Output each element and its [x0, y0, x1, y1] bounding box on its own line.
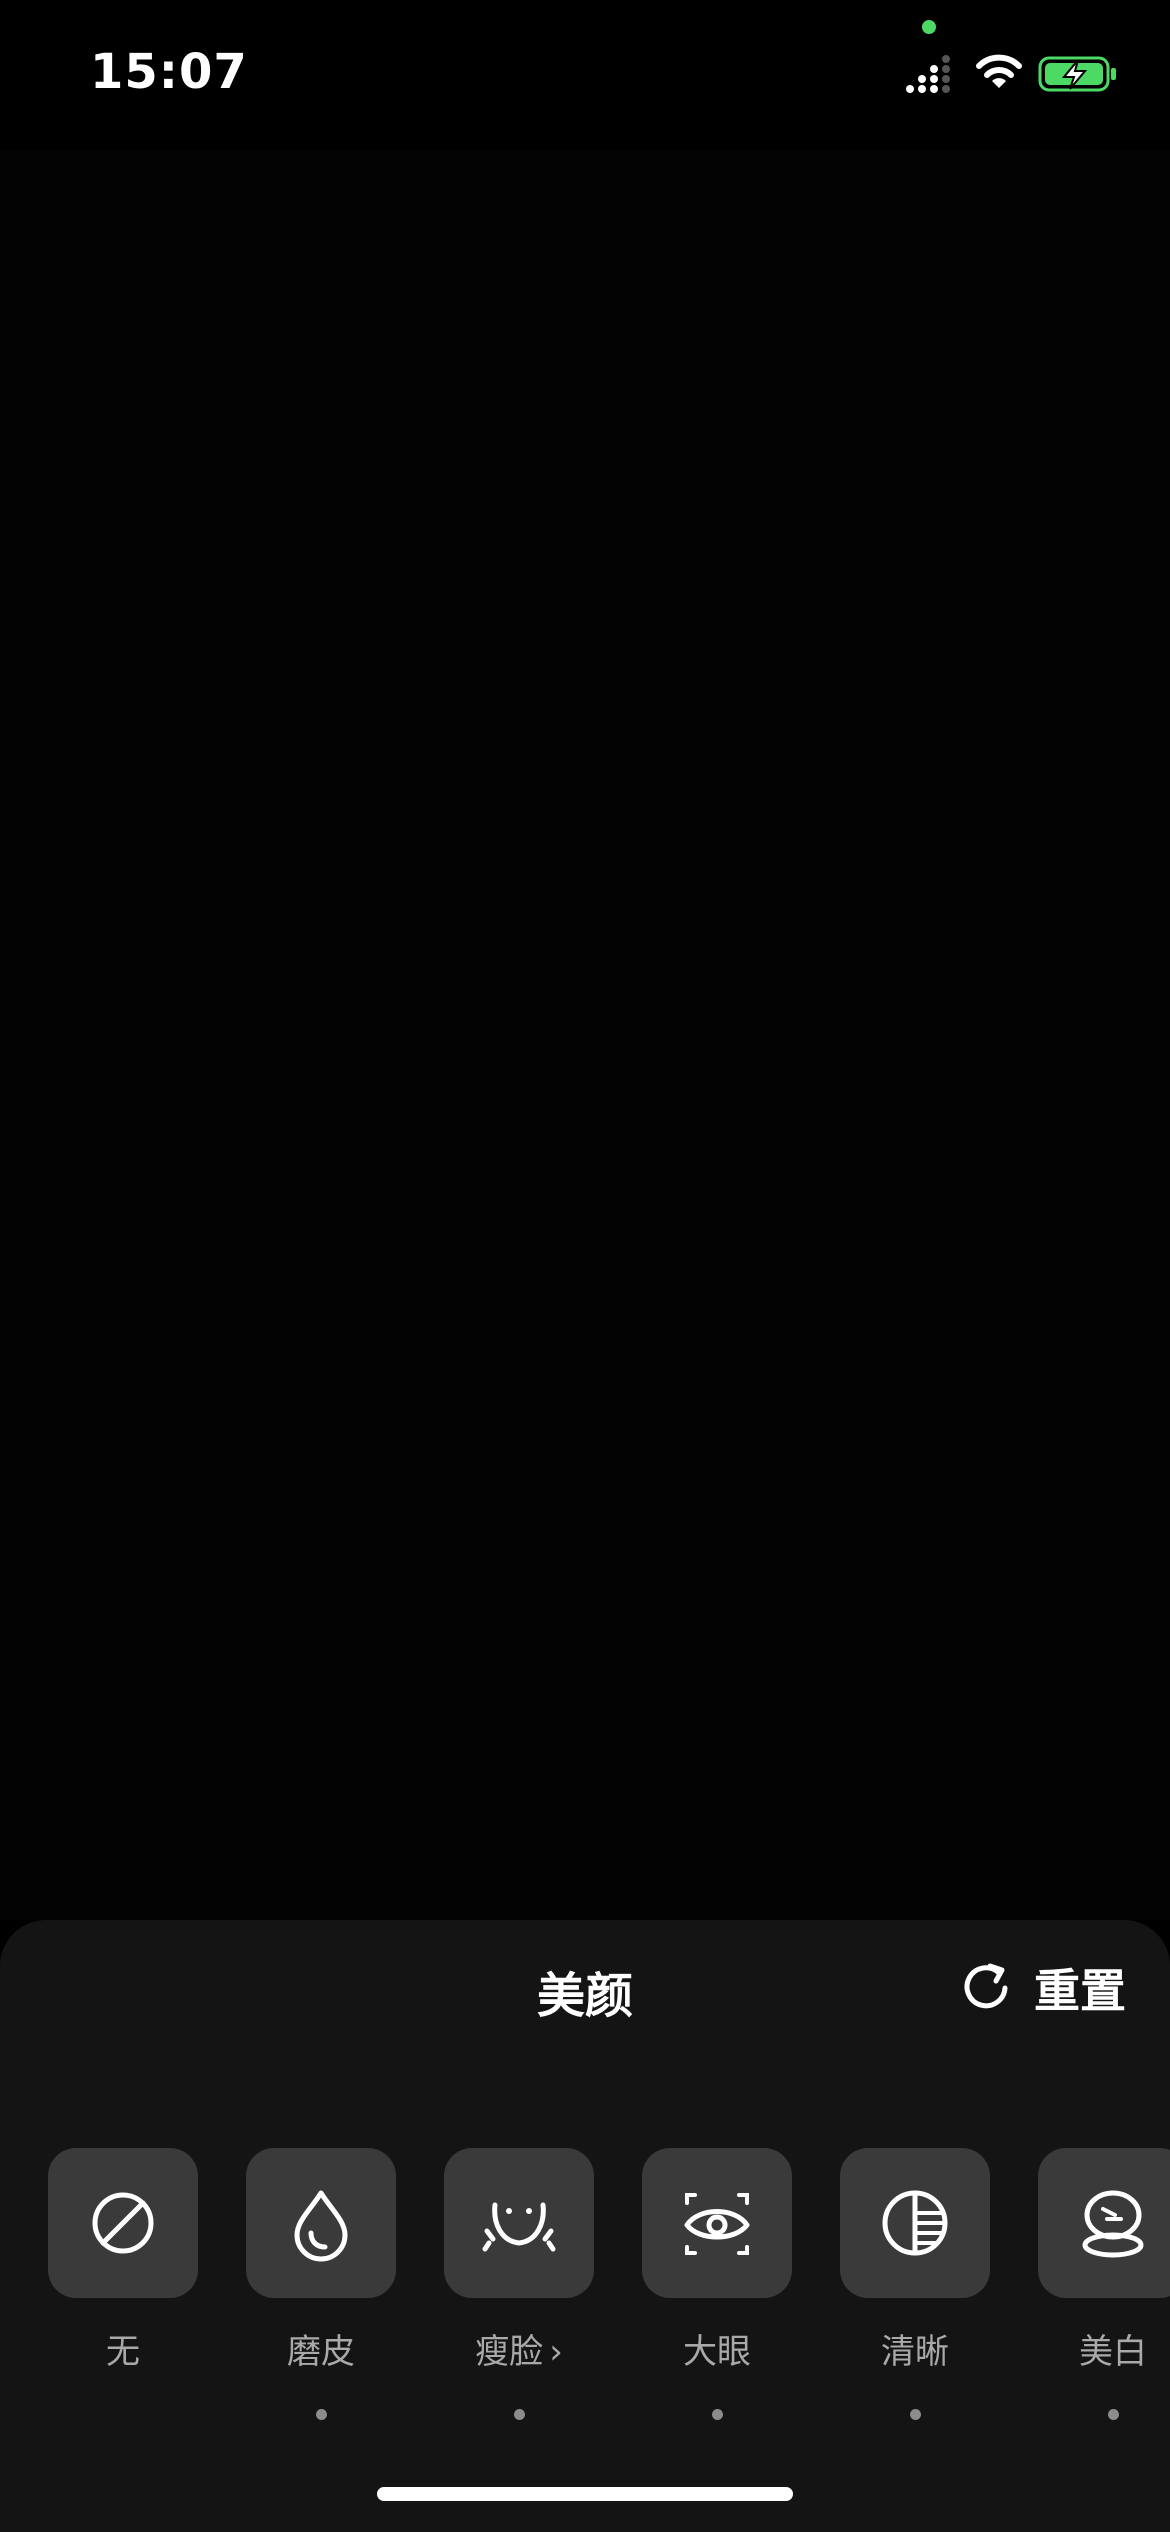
whiten-icon — [1082, 2190, 1144, 2258]
tool-indicator-dot — [909, 2409, 921, 2420]
tool-button-slim-face[interactable] — [444, 2148, 594, 2298]
refresh-icon — [964, 1963, 1008, 2009]
wifi-icon — [976, 54, 1022, 88]
beauty-tools: 无 磨皮 瘦脸 › 大眼 清晰 美白 — [0, 2148, 1170, 2428]
tool-label: 大眼 — [683, 2332, 751, 2372]
reset-button[interactable]: 重置 — [960, 1956, 1126, 2020]
face-slim-icon — [482, 2202, 556, 2252]
tool-big-eye[interactable]: 大眼 — [642, 2148, 792, 2428]
status-time: 15:07 — [90, 44, 248, 100]
tool-label: 无 — [106, 2332, 140, 2372]
tool-slim-face[interactable]: 瘦脸 › — [444, 2148, 594, 2428]
tool-indicator-dot — [711, 2409, 723, 2420]
tool-label-text: 瘦脸 — [475, 2332, 544, 2372]
tool-label: 瘦脸 › — [444, 2324, 594, 2373]
none-icon — [92, 2192, 154, 2254]
tool-label: 磨皮 — [287, 2332, 355, 2372]
chevron-right-icon: › — [549, 2332, 563, 2372]
tool-button-big-eye[interactable] — [642, 2148, 792, 2298]
reset-label: 重置 — [1034, 1964, 1126, 2018]
tool-smooth[interactable]: 磨皮 — [246, 2148, 396, 2428]
tool-button-none[interactable] — [48, 2148, 198, 2298]
tool-button-clarity[interactable] — [840, 2148, 990, 2298]
eye-icon — [684, 2193, 750, 2255]
status-bar: 15:07 — [0, 0, 1170, 150]
tool-indicator-dot — [513, 2409, 525, 2420]
home-indicator[interactable] — [377, 2487, 793, 2501]
tool-button-whiten[interactable] — [1038, 2148, 1170, 2298]
tool-indicator-dot — [1107, 2409, 1119, 2420]
tool-none[interactable]: 无 — [48, 2148, 198, 2428]
tool-indicator-dot — [315, 2409, 327, 2420]
droplet-icon — [294, 2190, 348, 2262]
signal-icon — [906, 55, 950, 93]
tool-label: 清晰 — [881, 2332, 949, 2372]
tool-clarity[interactable]: 清晰 — [840, 2148, 990, 2428]
tool-whiten[interactable]: 美白 — [1038, 2148, 1170, 2428]
tool-button-smooth[interactable] — [246, 2148, 396, 2298]
tool-label: 美白 — [1079, 2332, 1147, 2372]
beauty-panel: 美颜 重置 无 磨皮 瘦脸 › 大眼 清晰 美白 — [0, 1920, 1170, 2532]
clarity-icon — [882, 2190, 948, 2256]
privacy-indicator — [922, 20, 936, 34]
camera-preview — [0, 150, 1170, 1920]
battery-charging-icon — [1038, 56, 1116, 92]
